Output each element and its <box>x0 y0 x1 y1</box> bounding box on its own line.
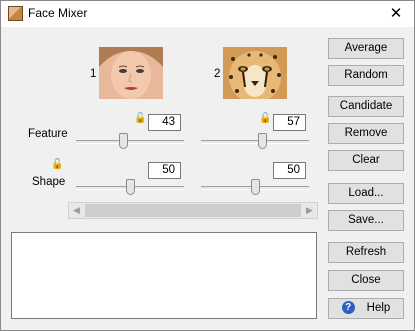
face-2-image[interactable] <box>223 47 287 99</box>
scroll-right-icon[interactable]: ▶ <box>302 203 317 218</box>
scrollbar-thumb[interactable] <box>85 204 301 217</box>
candidates-list[interactable] <box>11 232 317 319</box>
shape-face-2-slider-thumb[interactable] <box>251 179 260 195</box>
candidate-button[interactable]: Candidate <box>328 96 404 117</box>
shape-label: Shape <box>32 176 66 188</box>
refresh-button[interactable]: Refresh <box>328 242 404 263</box>
average-button[interactable]: Average <box>328 38 404 59</box>
title-bar: Face Mixer ✕ <box>1 1 414 27</box>
face-mixer-window: Face Mixer ✕ 1 2 Feature 🔓 43 🔓 57 🔓 Sha… <box>0 0 415 331</box>
face-1-image[interactable] <box>99 47 163 99</box>
woman-face-icon <box>99 47 163 99</box>
feature-face-1-slider-track[interactable] <box>76 140 184 144</box>
face-1-label: 1 <box>90 68 97 80</box>
shape-lock-icon[interactable]: 🔓 <box>51 159 63 171</box>
help-button-label: Help <box>366 302 391 314</box>
random-button[interactable]: Random <box>328 65 404 86</box>
feature-face-1-slider-thumb[interactable] <box>119 133 128 149</box>
feature-face-2-lock-icon[interactable]: 🔓 <box>259 113 271 125</box>
feature-face-1-lock-icon[interactable]: 🔓 <box>134 113 146 125</box>
face-2-label: 2 <box>214 68 221 80</box>
window-title: Face Mixer <box>28 6 88 20</box>
help-icon: ? <box>341 301 355 315</box>
scroll-left-icon[interactable]: ◀ <box>69 203 84 218</box>
feature-label: Feature <box>28 128 68 140</box>
feature-face-2-slider-track[interactable] <box>201 140 309 144</box>
close-button[interactable]: Close <box>328 270 404 291</box>
horizontal-scrollbar[interactable]: ◀ ▶ <box>68 202 318 219</box>
app-icon <box>8 6 23 21</box>
shape-face-1-value[interactable]: 50 <box>148 162 181 179</box>
close-window-icon[interactable]: ✕ <box>388 4 404 22</box>
feature-face-1-value[interactable]: 43 <box>148 114 181 131</box>
cheetah-face-icon <box>223 47 287 99</box>
shape-face-2-value[interactable]: 50 <box>273 162 306 179</box>
help-button[interactable]: ? Help <box>328 298 404 319</box>
feature-face-2-slider-thumb[interactable] <box>258 133 267 149</box>
remove-button[interactable]: Remove <box>328 123 404 144</box>
clear-button[interactable]: Clear <box>328 150 404 171</box>
shape-face-1-slider-thumb[interactable] <box>126 179 135 195</box>
save-button[interactable]: Save... <box>328 210 404 231</box>
feature-face-2-value[interactable]: 57 <box>273 114 306 131</box>
load-button[interactable]: Load... <box>328 183 404 204</box>
